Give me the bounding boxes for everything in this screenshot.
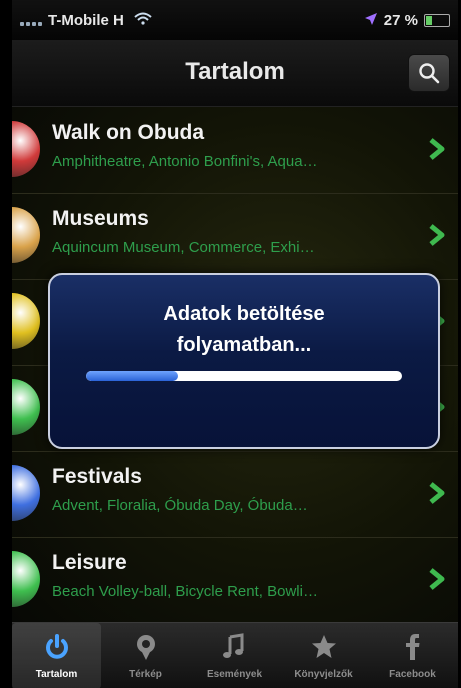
facebook-icon: [368, 633, 457, 661]
wifi-icon: [134, 12, 152, 29]
chevron-right-icon: [429, 568, 445, 590]
power-icon: [12, 633, 101, 661]
list-item[interactable]: Leisure Beach Volley-ball, Bicycle Rent, …: [12, 537, 458, 624]
status-bar: T-Mobile H 27 %: [12, 0, 458, 40]
list-item-title: Walk on Obuda: [52, 121, 205, 144]
category-color-icon: [12, 293, 40, 349]
list-item-title: Leisure: [52, 551, 127, 574]
status-right: 27 %: [364, 12, 450, 29]
page-title: Tartalom: [185, 58, 285, 85]
loading-dialog: Adatok betöltése folyamatban...: [48, 273, 440, 449]
chevron-right-icon: [429, 138, 445, 160]
signal-icon: [20, 16, 42, 26]
category-color-icon: [12, 379, 40, 435]
list-item-title: Museums: [52, 207, 149, 230]
tab-tartalom[interactable]: Tartalom: [12, 623, 101, 688]
navigation-bar: Tartalom: [12, 40, 458, 107]
location-arrow-icon: [364, 12, 378, 29]
tab-facebook[interactable]: Facebook: [368, 623, 457, 688]
list-item[interactable]: Museums Aquincum Museum, Commerce, Exhi…: [12, 193, 458, 280]
list-item-subtitle: Advent, Floralia, Óbuda Day, Óbuda…: [52, 497, 308, 514]
tab-t-rk-p[interactable]: Térkép: [101, 623, 190, 688]
list-item-subtitle: Aquincum Museum, Commerce, Exhi…: [52, 239, 315, 256]
tab-label: Facebook: [389, 669, 436, 680]
tab-esem-nyek[interactable]: Események: [190, 623, 279, 688]
loading-message-line2: folyamatban...: [176, 334, 312, 356]
list-item-subtitle: Amphitheatre, Antonio Bonfini's, Aqua…: [52, 153, 318, 170]
progress-bar: [86, 371, 402, 381]
battery-icon: [424, 14, 450, 27]
tab-label: Könyvjelzők: [294, 669, 353, 680]
tab-label: Térkép: [129, 669, 162, 680]
tab-label: Események: [206, 669, 263, 680]
carrier-info: T-Mobile H: [20, 12, 152, 29]
loading-message: Adatok betöltése folyamatban...: [50, 299, 438, 361]
map-pin-icon: [101, 633, 190, 661]
list-item-title: Festivals: [52, 465, 142, 488]
progress-fill: [86, 371, 178, 381]
tab-bar: Tartalom Térkép Események Könyvjelzők Facebo…: [12, 622, 458, 688]
category-color-icon: [12, 551, 40, 607]
list-item-subtitle: Beach Volley-ball, Bicycle Rent, Bowli…: [52, 583, 318, 600]
list-item[interactable]: Walk on Obuda Amphitheatre, Antonio Bonfi…: [12, 107, 458, 194]
tab-label: Tartalom: [35, 669, 78, 680]
category-color-icon: [12, 207, 40, 263]
tab-k-nyvjelz-k[interactable]: Könyvjelzők: [279, 623, 368, 688]
chevron-right-icon: [429, 482, 445, 504]
loading-message-line1: Adatok betöltése: [163, 303, 325, 325]
category-color-icon: [12, 465, 40, 521]
category-color-icon: [12, 121, 40, 177]
chevron-right-icon: [429, 224, 445, 246]
carrier-label: T-Mobile H: [48, 12, 124, 29]
battery-percent: 27 %: [383, 12, 418, 29]
list-item[interactable]: Festivals Advent, Floralia, Óbuda Day, Ób…: [12, 451, 458, 538]
music-note-icon: [190, 633, 279, 661]
search-icon: [419, 63, 440, 84]
search-button[interactable]: [408, 54, 450, 92]
phone-screen: T-Mobile H 27 % Tartalom Walk on Obuda Am…: [12, 0, 458, 688]
star-icon: [279, 633, 368, 661]
